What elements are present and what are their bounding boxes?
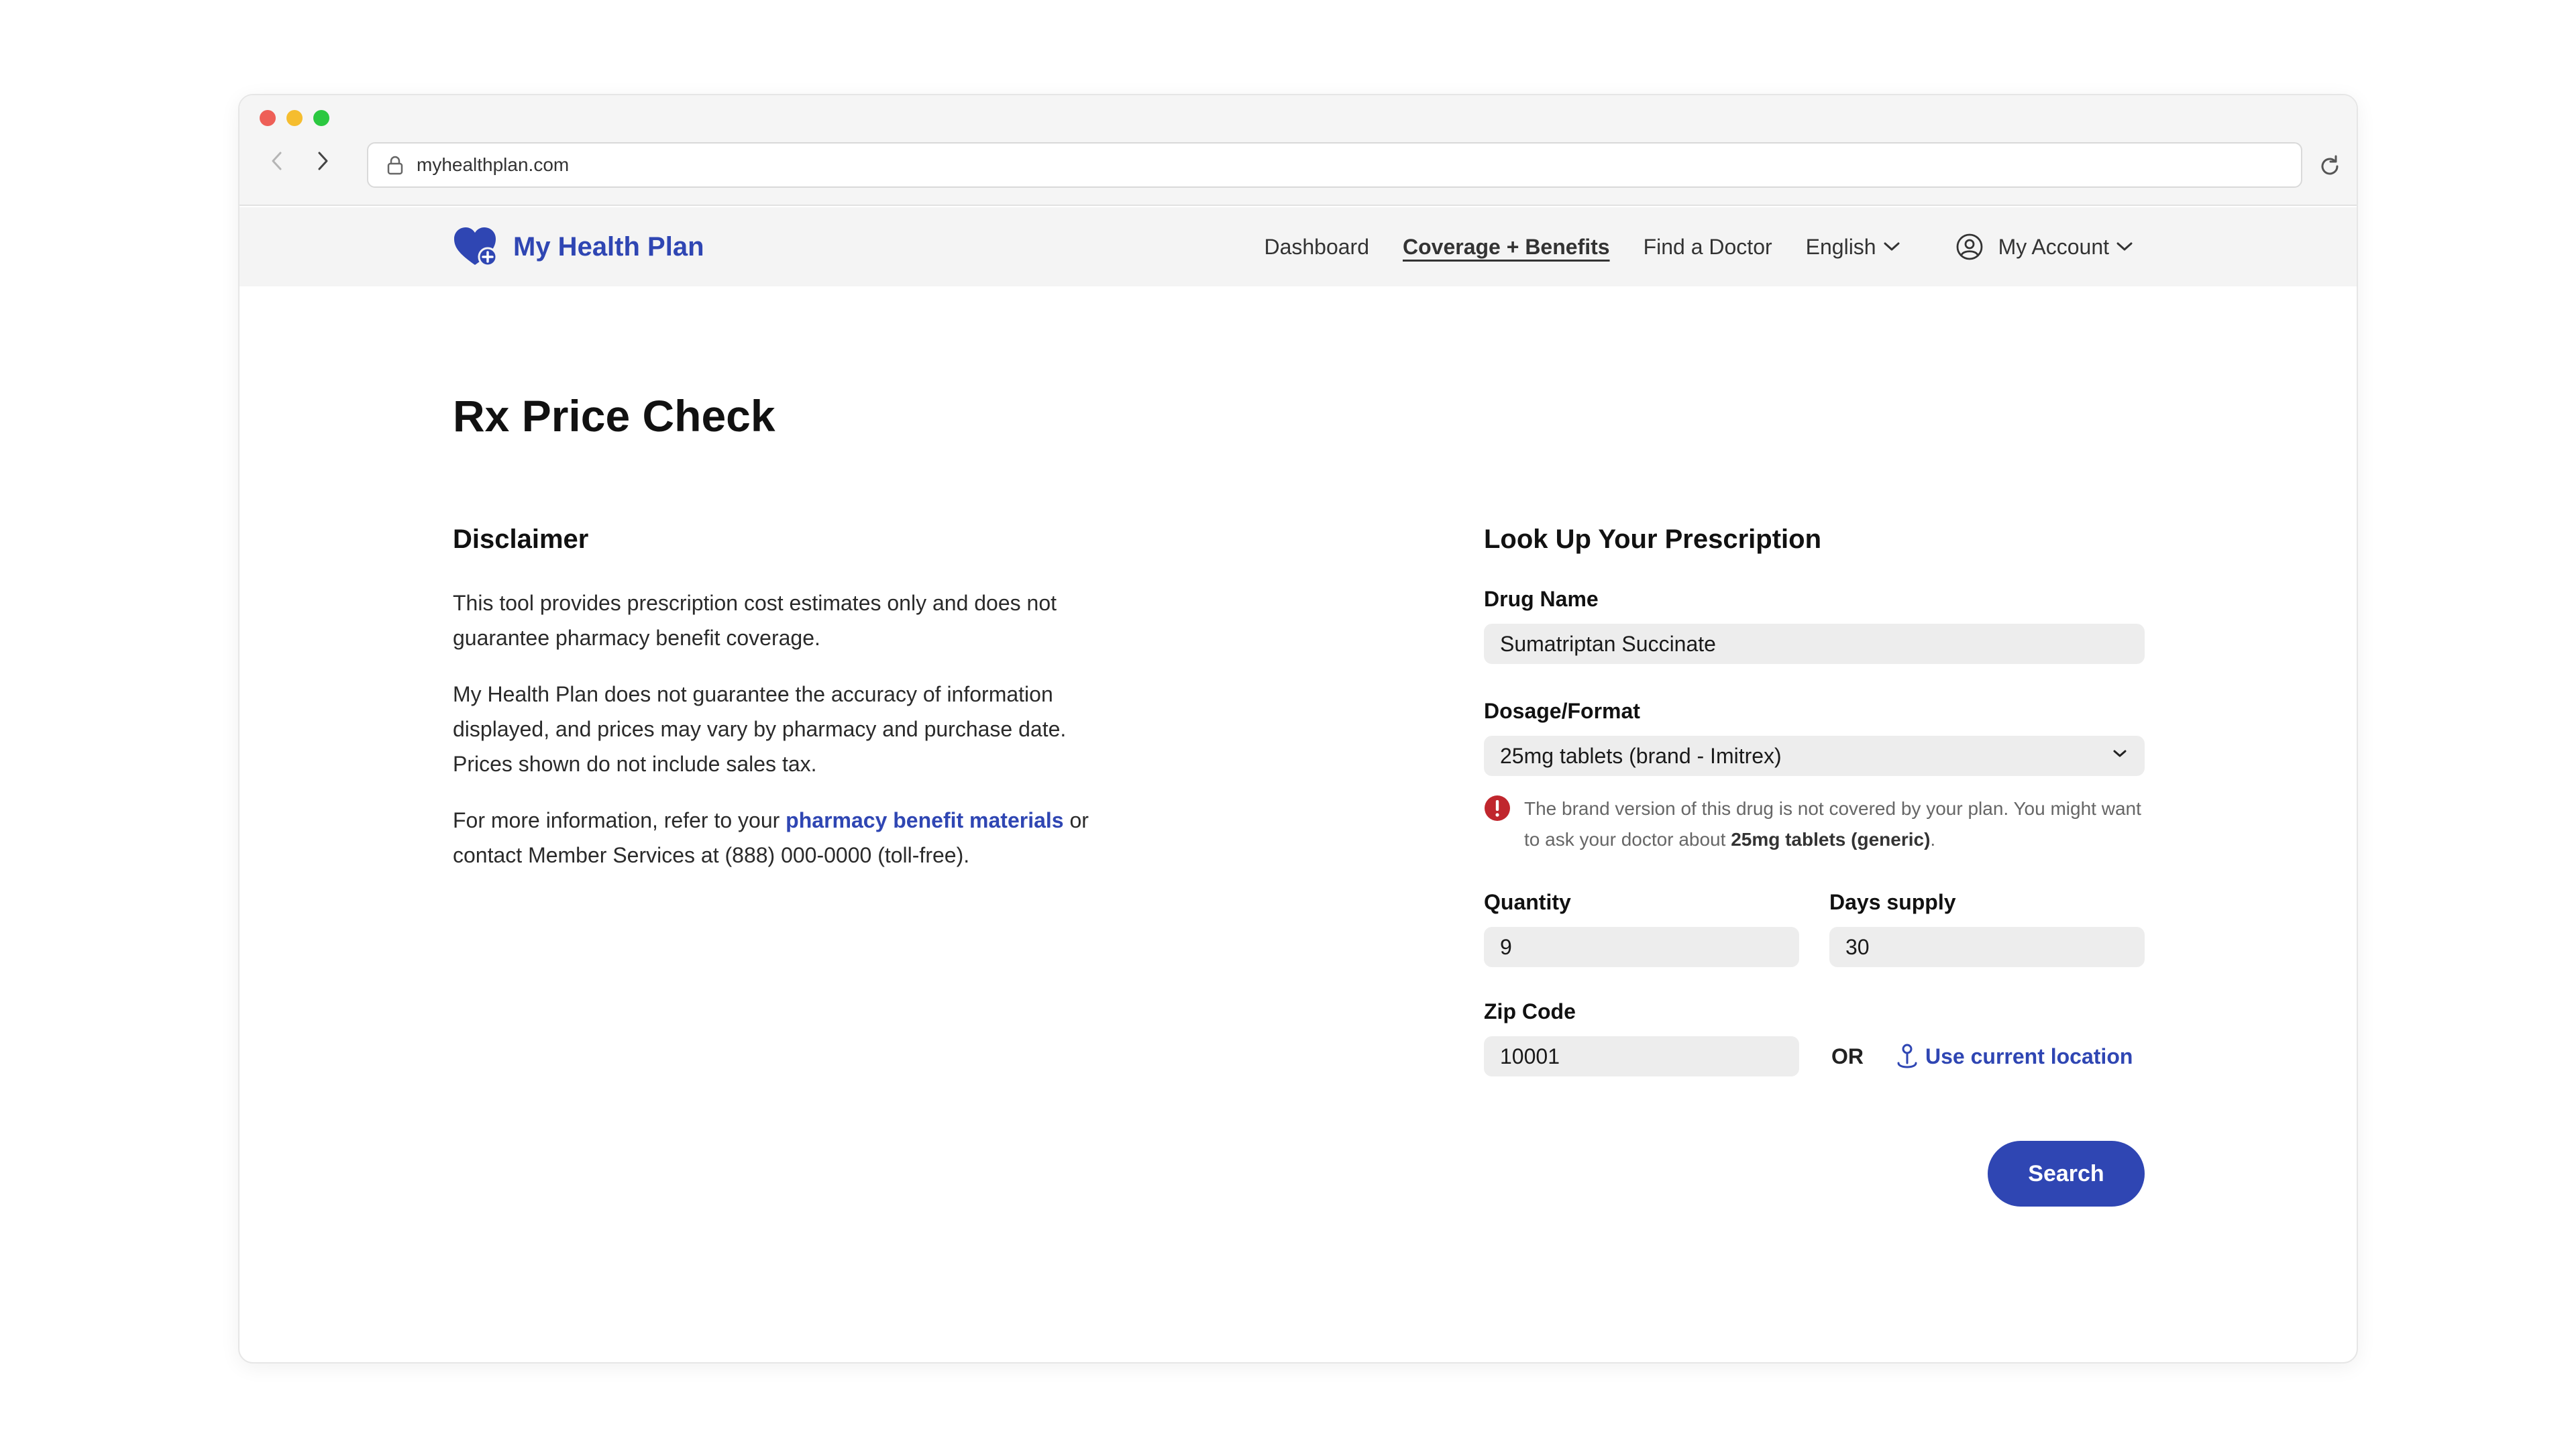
- dosage-select[interactable]: 25mg tablets (brand - Imitrex): [1484, 736, 2145, 776]
- dosage-label: Dosage/Format: [1484, 699, 1640, 723]
- account-menu[interactable]: My Account: [1955, 233, 2133, 261]
- back-arrow-icon[interactable]: [266, 148, 286, 174]
- forward-arrow-icon[interactable]: [313, 148, 333, 174]
- nav-find-doctor[interactable]: Find a Doctor: [1644, 235, 1772, 260]
- error-alert-icon: [1484, 795, 1511, 822]
- brand-name: My Health Plan: [513, 231, 704, 262]
- brand-logo-link[interactable]: My Health Plan: [453, 226, 704, 268]
- zip-code-label: Zip Code: [1484, 999, 1576, 1023]
- minimize-window-button[interactable]: [286, 110, 303, 126]
- reload-icon[interactable]: [2318, 154, 2342, 178]
- days-supply-input[interactable]: [1829, 927, 2145, 967]
- quantity-days-row: Quantity Days supply: [1484, 890, 2145, 967]
- location-pin-icon: [1897, 1044, 1917, 1068]
- quantity-group: Quantity: [1484, 890, 1799, 967]
- dosage-selected-value: 25mg tablets (brand - Imitrex): [1484, 736, 2145, 776]
- generic-suggestion: 25mg tablets (generic): [1731, 829, 1931, 850]
- disclaimer-paragraph-1: This tool provides prescription cost est…: [453, 591, 1057, 650]
- top-navigation: Dashboard Coverage + Benefits Find a Doc…: [1264, 207, 2357, 286]
- drug-name-input[interactable]: [1484, 624, 2145, 664]
- page-title: Rx Price Check: [453, 391, 775, 441]
- or-separator: OR: [1831, 1044, 1864, 1068]
- browser-chrome: myhealthplan.com: [239, 95, 2357, 206]
- pharmacy-benefit-materials-link[interactable]: pharmacy benefit materials: [786, 808, 1063, 832]
- lock-icon: [386, 155, 405, 175]
- location-link-label: Use current location: [1925, 1044, 2133, 1068]
- browser-window: myhealthplan.com My Health Plan Dashboar…: [238, 94, 2358, 1364]
- maximize-window-button[interactable]: [313, 110, 329, 126]
- account-label: My Account: [1998, 234, 2109, 259]
- disclaimer-heading: Disclaimer: [453, 524, 589, 554]
- language-label: English: [1805, 234, 1876, 259]
- days-supply-group: Days supply: [1829, 890, 2145, 967]
- user-circle-icon: [1956, 233, 1982, 260]
- zip-group: Zip Code OR Use current location: [1484, 999, 2145, 1076]
- days-supply-label: Days supply: [1829, 890, 1956, 914]
- close-window-button[interactable]: [260, 110, 276, 126]
- address-bar[interactable]: myhealthplan.com: [367, 142, 2302, 188]
- actions-row: Search: [1484, 1141, 2145, 1207]
- nav-dashboard[interactable]: Dashboard: [1264, 235, 1369, 260]
- form-heading: Look Up Your Prescription: [1484, 524, 1822, 554]
- quantity-label: Quantity: [1484, 890, 1571, 914]
- chevron-down-icon: [2116, 242, 2133, 251]
- lookup-form: Look Up Your Prescription Drug Name Dosa…: [1484, 524, 2145, 1207]
- url-text: myhealthplan.com: [417, 154, 570, 175]
- use-current-location-link[interactable]: Use current location: [1896, 1036, 2133, 1076]
- zip-row: OR Use current location: [1484, 1036, 2145, 1076]
- search-button[interactable]: Search: [1988, 1141, 2145, 1207]
- language-selector[interactable]: English: [1806, 235, 1900, 260]
- site-header: My Health Plan Dashboard Coverage + Bene…: [239, 207, 2357, 286]
- disclaimer-text: For more information, refer to your: [453, 808, 786, 832]
- warning-end: .: [1930, 829, 1936, 850]
- nav-coverage-benefits[interactable]: Coverage + Benefits: [1403, 235, 1610, 260]
- chevron-down-icon: [2113, 750, 2127, 757]
- quantity-input[interactable]: [1484, 927, 1799, 967]
- drug-name-label: Drug Name: [1484, 587, 1599, 611]
- disclaimer-paragraph-3: For more information, refer to your phar…: [453, 803, 1124, 873]
- chevron-down-icon: [1884, 242, 1900, 251]
- heart-plus-logo-icon: [453, 226, 500, 268]
- warning-message: The brand version of this drug is not co…: [1524, 793, 2145, 855]
- zip-code-input[interactable]: [1484, 1036, 1799, 1076]
- coverage-warning: The brand version of this drug is not co…: [1484, 793, 2145, 855]
- disclaimer-paragraph-2: My Health Plan does not guarantee the ac…: [453, 682, 1067, 776]
- disclaimer-section: Disclaimer This tool provides prescripti…: [453, 524, 1124, 894]
